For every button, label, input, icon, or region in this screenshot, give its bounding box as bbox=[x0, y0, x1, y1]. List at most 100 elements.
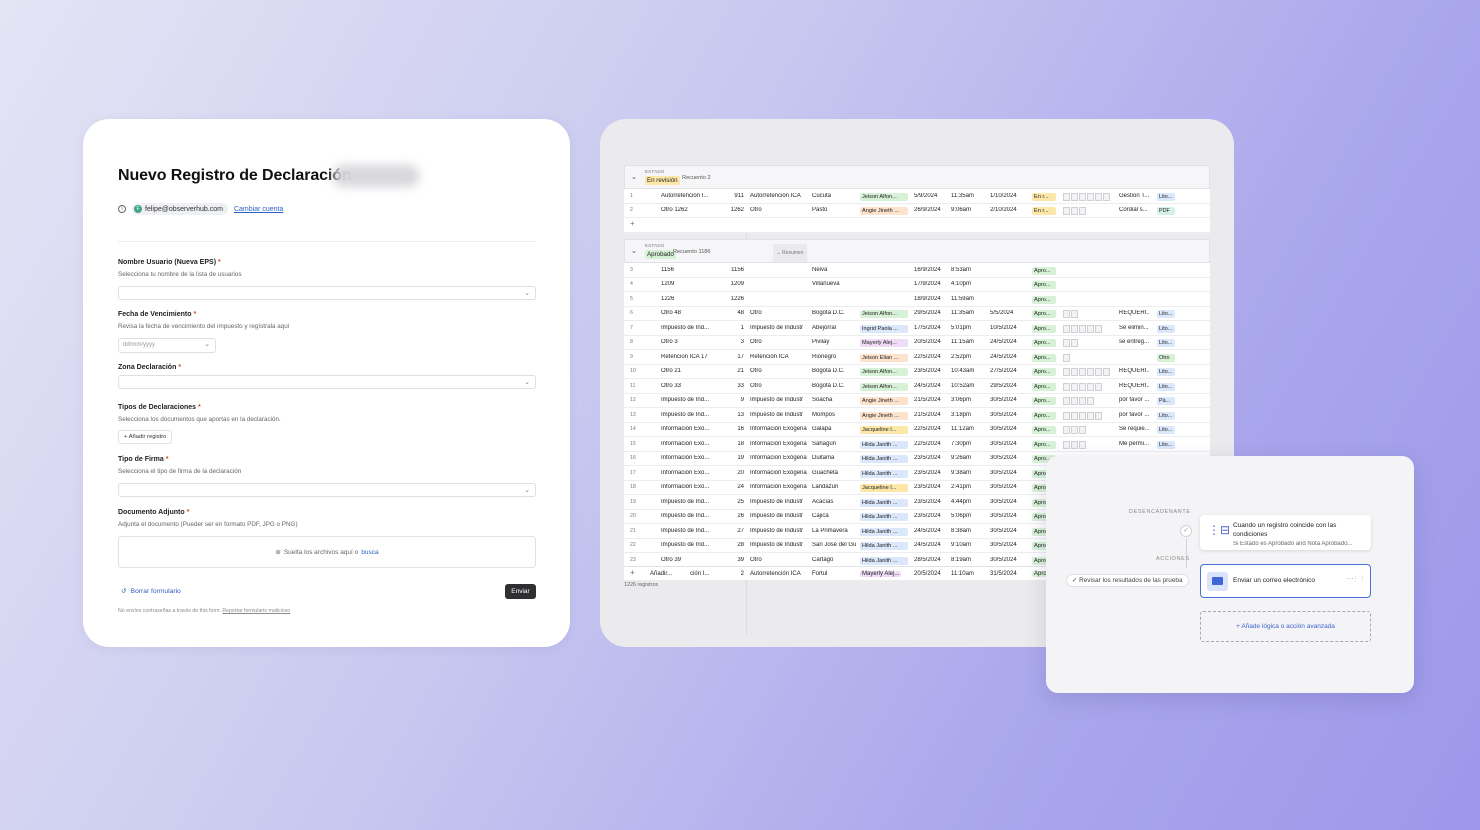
attachment-thumbnail[interactable] bbox=[1103, 368, 1110, 376]
attachment-thumbnail[interactable] bbox=[1079, 207, 1086, 215]
attachment-thumbnail[interactable] bbox=[1087, 397, 1094, 405]
collapse-chevron-icon[interactable]: ⌄ bbox=[631, 173, 637, 181]
cell-attachments[interactable] bbox=[1063, 310, 1115, 318]
switch-account-link[interactable]: Cambiar cuenta bbox=[234, 206, 283, 213]
add-record-button[interactable]: + Añadir registro bbox=[118, 430, 173, 444]
add-row-icon[interactable]: + bbox=[630, 568, 635, 577]
attachment-thumbnail[interactable] bbox=[1071, 324, 1078, 333]
table-row[interactable]: 10 Otro 21 21 Otro Bogotá D.C. Jeison Alfon..… bbox=[624, 364, 1210, 379]
attachment-thumbnail[interactable] bbox=[1063, 310, 1070, 318]
add-advanced-logic-button[interactable]: + Añade lógica o acción avanzada bbox=[1200, 611, 1371, 642]
attachment-thumbnail[interactable] bbox=[1063, 192, 1070, 201]
table-row[interactable]: 9 Retencion ICA 17 17 Retencion ICA Rionegro… bbox=[624, 350, 1210, 365]
cell-attachments[interactable] bbox=[1063, 207, 1115, 215]
user-select[interactable]: ⌄ bbox=[118, 286, 536, 300]
table-row[interactable]: 11 Otro 33 33 Otro Bogotá D.C. Jeison Alfon..… bbox=[624, 379, 1210, 394]
table-row[interactable]: 15 Información Exó... 18 Información Exógen… bbox=[624, 437, 1210, 452]
table-row[interactable]: 13 Impuesto de Ind... 13 Impuesto de Indust… bbox=[624, 408, 1210, 423]
attachment-thumbnail[interactable] bbox=[1063, 368, 1070, 376]
table-row[interactable]: 8 Otro 3 3 Otro Piviiay Mayerly Alej... 20/5/2… bbox=[624, 335, 1210, 350]
file-drop-zone[interactable]: ⊕ Suelta los archivos aquí o busca bbox=[118, 536, 536, 568]
attachment-thumbnail[interactable] bbox=[1071, 192, 1078, 201]
table-row[interactable]: 4 1209 1209 Villanueva 17/9/2024 4:10pm Apro..… bbox=[624, 277, 1210, 292]
cell-date: 22/5/2024 bbox=[914, 426, 941, 432]
cell-attachments[interactable] bbox=[1063, 440, 1115, 449]
attachment-thumbnail[interactable] bbox=[1071, 368, 1078, 376]
reset-form-button[interactable]: ↺ Borrar formulario bbox=[121, 587, 181, 596]
zone-select[interactable]: ⌄ bbox=[118, 375, 536, 389]
drag-handle-icon[interactable]: ⋮⋮ bbox=[1352, 575, 1366, 583]
cell-attachments[interactable] bbox=[1063, 426, 1115, 434]
review-test-results-button[interactable]: ✓ Revisar los resultados de las prueba bbox=[1066, 574, 1189, 587]
attachment-thumbnail[interactable] bbox=[1063, 339, 1070, 347]
attachment-thumbnail[interactable] bbox=[1095, 382, 1102, 391]
attachment-thumbnail[interactable] bbox=[1063, 353, 1070, 362]
attachment-thumbnail[interactable] bbox=[1063, 382, 1070, 391]
attachment-thumbnail[interactable] bbox=[1087, 324, 1094, 333]
attachment-thumbnail[interactable] bbox=[1087, 192, 1094, 201]
cell-attachments[interactable] bbox=[1063, 397, 1115, 405]
attachment-thumbnail[interactable] bbox=[1071, 339, 1078, 347]
attachment-thumbnail[interactable] bbox=[1095, 368, 1102, 376]
cell-type: Otro bbox=[750, 310, 762, 316]
attachment-thumbnail[interactable] bbox=[1079, 440, 1086, 449]
add-row[interactable]: + bbox=[624, 218, 1210, 233]
group-field-label: ESTADO bbox=[645, 169, 665, 174]
report-link[interactable]: Reportar formulario malicioso bbox=[222, 608, 290, 614]
attachment-thumbnail[interactable] bbox=[1063, 411, 1070, 420]
attachment-thumbnail[interactable] bbox=[1063, 207, 1070, 215]
browse-link[interactable]: busca bbox=[361, 549, 378, 556]
group-header-review[interactable]: ⌄ ESTADO En revisión Recuento 2 bbox=[624, 165, 1210, 189]
attachment-thumbnail[interactable] bbox=[1079, 426, 1086, 434]
attachment-thumbnail[interactable] bbox=[1071, 382, 1078, 391]
table-row[interactable]: 1 Autorretención I... 911 Autorretención IC… bbox=[624, 189, 1210, 204]
attachment-thumbnail[interactable] bbox=[1079, 397, 1086, 405]
attachment-thumbnail[interactable] bbox=[1071, 310, 1078, 318]
group-header-approved[interactable]: ⌄ ESTADO Aprobado Recuento 1186 ⌄ Resume… bbox=[624, 239, 1210, 263]
attachment-thumbnail[interactable] bbox=[1095, 411, 1102, 420]
table-row[interactable]: 7 Impuesto de Ind... 1 Impuesto de Industr A… bbox=[624, 321, 1210, 336]
attachment-thumbnail[interactable] bbox=[1071, 411, 1078, 420]
attachment-thumbnail[interactable] bbox=[1079, 324, 1086, 333]
attachment-thumbnail[interactable] bbox=[1079, 192, 1086, 201]
attachment-thumbnail[interactable] bbox=[1079, 368, 1086, 376]
cell-attachments[interactable] bbox=[1063, 382, 1115, 391]
attachment-thumbnail[interactable] bbox=[1063, 397, 1070, 405]
summary-button[interactable]: ⌄ Resumen bbox=[773, 244, 807, 262]
table-row[interactable]: 5 1226 1226 18/9/2024 11:59am Apro... bbox=[624, 292, 1210, 307]
attachment-thumbnail[interactable] bbox=[1063, 440, 1070, 449]
attachment-thumbnail[interactable] bbox=[1087, 368, 1094, 376]
add-row-icon[interactable]: + bbox=[630, 219, 640, 228]
add-record-label[interactable]: Añadir... bbox=[650, 571, 672, 577]
cell-attachments[interactable] bbox=[1063, 411, 1115, 420]
attachment-thumbnail[interactable] bbox=[1095, 192, 1102, 201]
table-row[interactable]: 3 1156 1156 Neiva 16/9/2024 8:53am Apro... bbox=[624, 263, 1210, 278]
attachment-thumbnail[interactable] bbox=[1071, 426, 1078, 434]
table-row[interactable]: 14 Información Exó... 16 Información Exógen… bbox=[624, 422, 1210, 437]
attachment-thumbnail[interactable] bbox=[1079, 382, 1086, 391]
attachment-thumbnail[interactable] bbox=[1087, 382, 1094, 391]
cell-attachments[interactable] bbox=[1063, 192, 1115, 201]
attachment-thumbnail[interactable] bbox=[1087, 411, 1094, 420]
cell-attachments[interactable] bbox=[1063, 353, 1115, 362]
attachment-thumbnail[interactable] bbox=[1063, 324, 1070, 333]
table-row[interactable]: 6 Otro 48 48 Otro Bogotá D.C. Jeison Alfon...… bbox=[624, 306, 1210, 321]
signature-select[interactable]: ⌄ bbox=[118, 483, 536, 497]
trigger-card[interactable]: ⋮⊟ Cuando un registro coincide con las c… bbox=[1200, 515, 1371, 550]
attachment-thumbnail[interactable] bbox=[1071, 397, 1078, 405]
submit-button[interactable]: Enviar bbox=[505, 584, 536, 599]
collapse-chevron-icon[interactable]: ⌄ bbox=[631, 247, 637, 255]
cell-attachments[interactable] bbox=[1063, 339, 1115, 347]
send-email-action[interactable]: Enviar un correo electrónico ··· ⋮⋮ bbox=[1200, 564, 1371, 598]
attachment-thumbnail[interactable] bbox=[1063, 426, 1070, 434]
cell-attachments[interactable] bbox=[1063, 324, 1115, 333]
attachment-thumbnail[interactable] bbox=[1103, 192, 1110, 201]
attachment-thumbnail[interactable] bbox=[1095, 324, 1102, 333]
attachment-thumbnail[interactable] bbox=[1079, 411, 1086, 420]
attachment-thumbnail[interactable] bbox=[1071, 207, 1078, 215]
date-input[interactable]: dd/mm/yyyy ⌄ bbox=[118, 338, 216, 353]
attachment-thumbnail[interactable] bbox=[1071, 440, 1078, 449]
table-row[interactable]: 2 Otro 1262 1262 Otro Pasto Angie Jineth ... 2… bbox=[624, 203, 1210, 218]
cell-attachments[interactable] bbox=[1063, 368, 1115, 376]
table-row[interactable]: 12 Impuesto de Ind... 9 Impuesto de Industr… bbox=[624, 393, 1210, 408]
